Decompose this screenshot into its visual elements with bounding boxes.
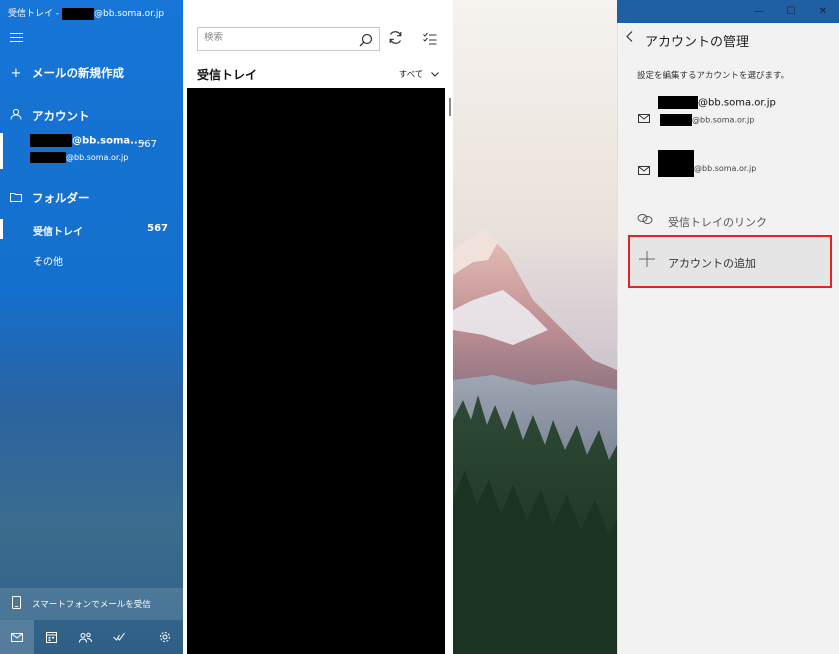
panel-subtitle: 設定を編集するアカウントを選びます。 <box>637 71 790 81</box>
account-unread-count: 567 <box>137 139 157 150</box>
accounts-header[interactable]: アカウント <box>0 104 183 128</box>
sync-icon[interactable] <box>388 30 403 49</box>
folder-item-other[interactable]: その他 <box>0 247 183 271</box>
chevron-down-icon <box>431 70 439 80</box>
selection-indicator <box>0 133 3 169</box>
plus-icon <box>639 251 655 272</box>
selection-mode-icon[interactable] <box>423 30 437 49</box>
folders-header[interactable]: フォルダー <box>0 186 183 210</box>
redacted-email <box>61 7 94 20</box>
window-title-prefix: 受信トレイ - <box>8 9 62 19</box>
mail-icon[interactable] <box>0 620 34 654</box>
search-input[interactable] <box>204 32 354 43</box>
window-controls: — ☐ ✕ <box>617 0 839 23</box>
folders-header-label: フォルダー <box>32 191 90 205</box>
hamburger-menu-icon[interactable] <box>10 33 23 43</box>
redacted-email <box>660 114 692 126</box>
redacted-email <box>658 150 694 177</box>
folder-name: その他 <box>33 257 63 268</box>
folder-icon <box>0 191 32 206</box>
redacted-email <box>30 134 72 147</box>
minimize-button[interactable]: — <box>743 0 775 23</box>
phone-promo-label: スマートフォンでメールを受信 <box>32 600 151 610</box>
redacted-email <box>658 96 698 109</box>
mail-icon <box>638 108 650 127</box>
sidebar: 受信トレイ - @bb.soma.or.jp + メールの新規作成 アカウント … <box>0 0 183 654</box>
folder-item-inbox[interactable]: 受信トレイ 567 <box>0 217 183 241</box>
maximize-button[interactable]: ☐ <box>775 0 807 23</box>
link-inboxes-button[interactable]: 受信トレイのリンク <box>618 209 839 233</box>
link-inboxes-label: 受信トレイのリンク <box>668 216 767 229</box>
phone-icon <box>0 596 32 612</box>
phone-promo-button[interactable]: スマートフォンでメールを受信 <box>0 588 183 620</box>
window-title: 受信トレイ - @bb.soma.or.jp <box>8 6 164 20</box>
link-icon <box>637 213 653 228</box>
settings-icon[interactable] <box>148 620 182 654</box>
todo-icon[interactable] <box>102 620 136 654</box>
account-address: @bb.soma.or.jp <box>30 152 128 163</box>
search-box[interactable] <box>197 27 380 51</box>
selection-indicator <box>0 219 3 239</box>
account-entry-name: @bb.soma.or.jp <box>658 96 776 109</box>
folder-count: 567 <box>147 223 168 234</box>
account-entry-name-suffix: @bb.soma.or.jp <box>698 97 776 109</box>
calendar-icon[interactable] <box>34 620 68 654</box>
plus-icon: + <box>10 65 22 81</box>
account-name-suffix: @bb.soma.... <box>72 135 146 147</box>
manage-accounts-panel: アカウントの管理 設定を編集するアカウントを選びます。 @bb.soma.or.… <box>617 23 839 654</box>
redacted-email <box>30 152 66 163</box>
panel-title: アカウントの管理 <box>645 35 750 50</box>
account-entry-address-suffix: @bb.soma.or.jp <box>692 115 755 125</box>
accounts-header-label: アカウント <box>32 109 90 123</box>
filter-label: すべて <box>398 70 424 80</box>
bottom-nav-bar <box>0 620 183 654</box>
person-icon <box>0 108 32 124</box>
scrollbar-thumb[interactable] <box>449 98 451 116</box>
account-entry-address: @bb.soma.or.jp <box>694 164 757 173</box>
account-address-suffix: @bb.soma.or.jp <box>66 153 129 162</box>
account-entry-name <box>658 150 694 177</box>
sidebar-account-item[interactable]: @bb.soma.... @bb.soma.or.jp 567 <box>0 131 183 171</box>
account-name: @bb.soma.... <box>30 134 145 147</box>
list-title: 受信トレイ <box>197 68 258 82</box>
new-mail-label: メールの新規作成 <box>32 66 124 80</box>
filter-dropdown[interactable]: すべて <box>399 68 439 80</box>
message-list-pane: 受信トレイ すべて <box>183 0 453 654</box>
back-arrow-icon[interactable] <box>626 31 633 45</box>
mail-icon <box>638 160 650 179</box>
account-entry[interactable]: @bb.soma.or.jp @bb.soma.or.jp <box>618 96 839 136</box>
people-icon[interactable] <box>68 620 102 654</box>
redacted-message-list <box>187 88 445 654</box>
window-title-suffix: @bb.soma.or.jp <box>93 9 165 19</box>
account-entry-address: @bb.soma.or.jp <box>660 114 754 126</box>
folder-name: 受信トレイ <box>33 227 83 238</box>
add-account-label: アカウントの追加 <box>668 257 756 270</box>
search-icon[interactable] <box>359 32 373 51</box>
account-entry[interactable]: @bb.soma.or.jp <box>618 148 839 178</box>
close-button[interactable]: ✕ <box>807 0 839 23</box>
add-account-button[interactable]: アカウントの追加 <box>628 235 832 288</box>
new-mail-button[interactable]: + メールの新規作成 <box>0 61 183 85</box>
background-landscape-image <box>453 0 617 654</box>
